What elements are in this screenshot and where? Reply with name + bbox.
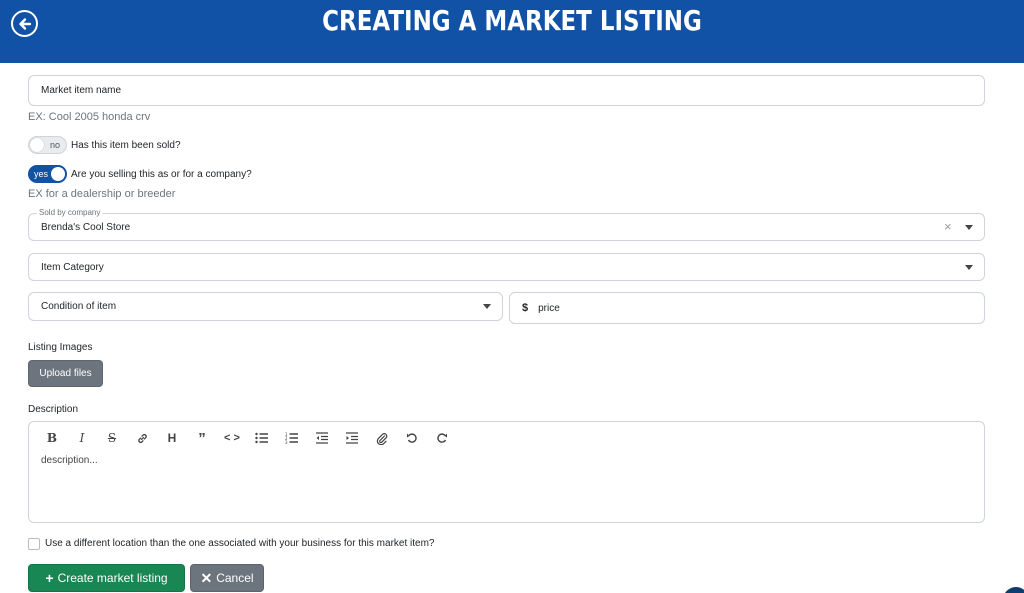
company-toggle[interactable]: yes — [28, 165, 67, 183]
indent-icon[interactable] — [337, 428, 367, 448]
market-item-name-input[interactable]: Market item name — [28, 75, 985, 106]
item-category-placeholder: Item Category — [41, 261, 104, 273]
company-toggle-state: yes — [34, 169, 49, 179]
cancel-button[interactable]: ✕ Cancel — [190, 564, 264, 592]
bold-icon[interactable]: B — [37, 428, 67, 448]
dollar-icon: $ — [522, 302, 529, 314]
code-icon[interactable]: < > — [217, 428, 247, 448]
sold-toggle-label: Has this item been sold? — [71, 140, 181, 151]
redo-icon[interactable] — [427, 428, 457, 448]
arrow-left-circle-icon — [18, 17, 31, 30]
listing-images-label: Listing Images — [28, 342, 93, 353]
link-icon[interactable] — [127, 428, 157, 448]
page-title: CREATING A MARKET LISTING — [322, 4, 702, 37]
sold-toggle-knob — [30, 138, 44, 152]
sold-by-company-select[interactable]: Brenda's Cool Store × — [28, 213, 985, 241]
market-item-name-placeholder: Market item name — [41, 85, 122, 96]
svg-text:3: 3 — [285, 440, 288, 444]
strikethrough-icon[interactable]: S — [97, 428, 127, 448]
heading-icon[interactable]: H — [157, 428, 187, 448]
create-market-listing-button[interactable]: + Create market listing — [28, 564, 185, 592]
chat-widget-button[interactable] — [1003, 587, 1024, 593]
sold-toggle-state: no — [49, 140, 60, 150]
description-editor[interactable]: B I S H ” < > 123 description... — [28, 421, 985, 523]
price-placeholder: price — [538, 302, 560, 314]
condition-placeholder: Condition of item — [41, 301, 117, 312]
price-input[interactable]: $ price — [509, 292, 985, 324]
create-button-label: Create market listing — [57, 571, 168, 585]
item-name-helper: EX: Cool 2005 honda crv — [28, 111, 151, 123]
upload-files-button[interactable]: Upload files — [28, 360, 103, 387]
attachment-icon[interactable] — [367, 428, 397, 448]
condition-select[interactable]: Condition of item — [28, 292, 503, 321]
italic-icon[interactable]: I — [67, 428, 97, 448]
quote-icon[interactable]: ” — [187, 428, 217, 448]
company-toggle-label: Are you selling this as or for a company… — [71, 169, 252, 180]
undo-icon[interactable] — [397, 428, 427, 448]
item-category-select[interactable]: Item Category — [28, 253, 985, 281]
description-label: Description — [28, 404, 79, 415]
close-icon: ✕ — [200, 569, 213, 586]
numbered-list-icon[interactable]: 123 — [277, 428, 307, 448]
back-button[interactable] — [11, 10, 38, 37]
cancel-button-label: Cancel — [216, 571, 254, 585]
different-location-label: Use a different location than the one as… — [45, 538, 435, 549]
clear-icon[interactable]: × — [944, 219, 952, 234]
plus-icon: + — [45, 570, 54, 586]
company-helper: EX for a dealership or breeder — [28, 188, 176, 200]
chevron-down-icon[interactable] — [965, 225, 973, 230]
outdent-icon[interactable] — [307, 428, 337, 448]
sold-toggle[interactable]: no — [28, 136, 67, 154]
header-bar: CREATING A MARKET LISTING — [0, 0, 1024, 63]
different-location-checkbox[interactable] — [28, 538, 40, 550]
company-toggle-knob — [51, 167, 65, 181]
editor-toolbar: B I S H ” < > 123 — [37, 428, 457, 448]
sold-by-company-label: Sold by company — [37, 208, 103, 217]
bullet-list-icon[interactable] — [247, 428, 277, 448]
chevron-down-icon[interactable] — [965, 265, 973, 270]
sold-by-company-value: Brenda's Cool Store — [41, 221, 131, 233]
chevron-down-icon[interactable] — [483, 304, 491, 309]
description-placeholder: description... — [41, 455, 98, 466]
